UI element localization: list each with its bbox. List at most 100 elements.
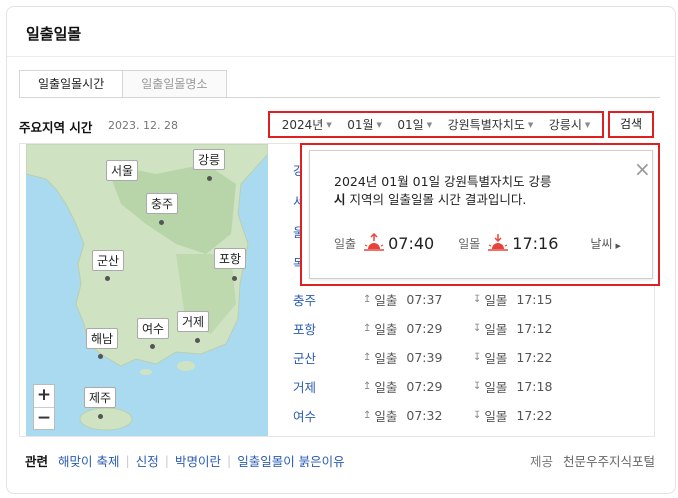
major-regions-title: 주요지역 시간 [19,120,93,135]
divider: | [125,453,130,468]
sunset-time: 17:15 [516,292,553,307]
sunset-time: 17:22 [516,408,553,423]
sunset-label: 일몰 [484,409,508,424]
map-pin [232,276,237,281]
related-title: 관련 [25,454,49,469]
sunrise-time: 07:29 [406,379,443,394]
row-city[interactable]: 거제 [293,377,363,396]
popup-sunrise-label: 일출 [334,236,357,251]
divider: | [226,453,232,468]
city-select[interactable]: 강릉시 ▼ [549,116,591,133]
map-land [26,144,268,431]
provider-name[interactable]: 천문우주지식포털 [563,454,655,469]
related-link-twilight[interactable]: 박명이란 [175,451,221,470]
sunset-icon [487,233,509,253]
search-button[interactable]: 검색 [608,111,654,138]
sunrise-time: 07:39 [406,350,443,365]
divider: | [164,453,169,468]
sunrise-time: 07:29 [406,321,443,336]
result-line-2-city: 시 [334,192,346,207]
row-sunrise: ↥ 일출 07:37 [363,290,473,309]
related-link-red-sun[interactable]: 일출일몰이 붉은이유 [237,451,344,470]
map-city-haenam[interactable]: 해남 [86,328,119,349]
sunrise-arrow-icon: ↥ [363,410,372,421]
table-row: 거제 ↥ 일출 07:29 ↧ 일몰 17:18 [293,372,552,401]
table-row: 군산 ↥ 일출 07:39 ↧ 일몰 17:22 [293,343,552,372]
map-city-chungju[interactable]: 충주 [146,193,179,214]
sunset-arrow-icon: ↧ [473,410,482,421]
popup-sunset-label: 일몰 [458,236,481,251]
month-value: 01월 [347,118,374,132]
sunrise-arrow-icon: ↥ [363,381,372,392]
row-sunrise: ↥ 일출 07:32 [363,406,473,425]
chevron-right-icon: ▶ [615,241,621,250]
caret-down-icon: ▼ [527,120,534,129]
map-pin [105,276,110,281]
map-pin [207,176,212,181]
result-popup: × 2024년 01월 01일 강원특별자치도 강릉 시 지역의 일출일몰 시간… [300,143,660,286]
sunset-arrow-icon: ↧ [473,323,482,334]
close-icon[interactable]: × [634,157,651,181]
map-city-geoje[interactable]: 거제 [177,311,210,332]
sunrise-time: 07:32 [406,408,443,423]
popup-sunrise-time: 07:40 [388,233,435,253]
sunset-arrow-icon: ↧ [473,352,482,363]
tab-sunrise-spots[interactable]: 일출일몰명소 [123,70,227,98]
year-select[interactable]: 2024년 ▼ [282,116,332,133]
result-message: 2024년 01월 01일 강원특별자치도 강릉 시 지역의 일출일몰 시간 결… [334,173,574,209]
day-select[interactable]: 01일 ▼ [397,116,432,133]
korea-map[interactable] [26,144,268,436]
weather-label: 날씨 [590,236,613,251]
map-city-seoul[interactable]: 서울 [106,160,139,181]
weather-link[interactable]: 날씨 ▶ [590,235,620,252]
row-city[interactable]: 여수 [293,406,363,425]
row-city[interactable]: 포항 [293,319,363,338]
row-sunset: ↧ 일몰 17:22 [473,348,552,367]
divider [7,56,675,57]
sunset-time: 17:12 [516,321,553,336]
result-line-1: 2024년 01월 01일 강원특별자치도 강릉 [334,174,552,189]
caret-down-icon: ▼ [326,120,332,129]
popup-sunset-time: 17:16 [512,233,559,253]
day-value: 01일 [397,118,424,132]
tab-bar: 일출일몰시간 일출일몰명소 [19,70,227,98]
row-sunset: ↧ 일몰 17:12 [473,319,552,338]
row-city[interactable]: 군산 [293,348,363,367]
table-row: 포항 ↥ 일출 07:29 ↧ 일몰 17:12 [293,314,552,343]
month-select[interactable]: 01월 ▼ [347,116,382,133]
row-sunset: ↧ 일몰 17:22 [473,406,552,425]
result-times: 일출 07:40 일몰 17:16 날씨 ▶ [334,232,621,253]
card-title: 일출일몰 [26,25,82,43]
zoom-out-button[interactable]: − [34,407,54,429]
map-city-gangneung[interactable]: 강릉 [193,149,226,170]
sunrise-label: 일출 [374,351,398,366]
sunrise-arrow-icon: ↥ [363,352,372,363]
province-value: 강원특별자치도 [447,118,525,132]
result-popup-panel: × 2024년 01월 01일 강원특별자치도 강릉 시 지역의 일출일몰 시간… [309,150,653,279]
row-sunrise: ↥ 일출 07:39 [363,348,473,367]
sunrise-arrow-icon: ↥ [363,294,372,305]
related-link-newyear[interactable]: 신정 [136,451,159,470]
related-link-festival[interactable]: 해맞이 축제 [58,451,119,470]
province-select[interactable]: 강원특별자치도 ▼ [448,116,534,133]
zoom-in-button[interactable]: + [34,385,54,407]
map-city-pohang[interactable]: 포항 [214,248,247,269]
caret-down-icon: ▼ [426,120,433,129]
sunrise-arrow-icon: ↥ [363,323,372,334]
result-line-2: 시 지역의 일출일몰 시간 결과입니다. [334,191,574,209]
caret-down-icon: ▼ [584,120,591,129]
sunrise-icon [363,232,385,253]
sunset-arrow-icon: ↧ [473,294,482,305]
major-regions-date: 2023. 12. 28 [108,119,178,132]
row-city[interactable]: 충주 [293,290,363,309]
tab-sunrise-times[interactable]: 일출일몰시간 [19,70,124,98]
sunrise-label: 일출 [374,409,398,424]
sunset-time: 17:18 [516,379,553,394]
map-city-jeju[interactable]: 제주 [84,387,117,408]
table-row: 충주 ↥ 일출 07:37 ↧ 일몰 17:15 [293,285,552,314]
map-city-gunsan[interactable]: 군산 [92,250,125,271]
sunset-label: 일몰 [484,293,508,308]
tab-underline [19,97,660,98]
map-city-yeosu[interactable]: 여수 [137,318,170,339]
map-pin [98,414,103,419]
